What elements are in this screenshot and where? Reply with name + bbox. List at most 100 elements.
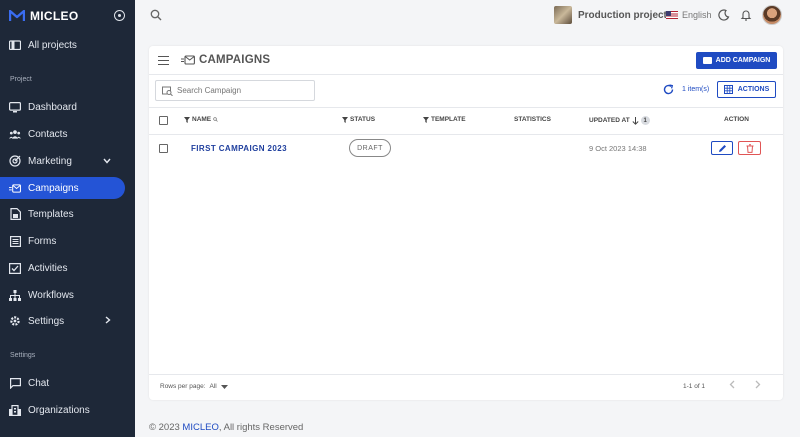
sidebar-item-settings[interactable]: Settings: [0, 310, 135, 332]
sidebar-item-label: Settings: [28, 315, 65, 327]
search-input[interactable]: [177, 86, 307, 95]
column-header-label: UPDATED AT: [589, 117, 630, 124]
caret-down-icon[interactable]: [220, 384, 228, 389]
bell-icon[interactable]: [740, 9, 752, 21]
gear-icon: [9, 315, 21, 327]
campaign-name-link[interactable]: FIRST CAMPAIGN 2023: [191, 144, 287, 153]
chat-icon: [9, 377, 21, 389]
previous-page-icon[interactable]: [729, 380, 735, 392]
select-all-checkbox[interactable]: [159, 116, 168, 125]
updated-at-cell: 9 Oct 2023 14:38: [589, 144, 647, 153]
rows-per-page-label: Rows per page:: [160, 383, 206, 390]
target-icon: [9, 155, 21, 167]
hamburger-menu-icon[interactable]: [158, 56, 169, 65]
rows-per-page-select[interactable]: All: [210, 383, 217, 390]
moon-icon[interactable]: [718, 9, 730, 21]
sidebar-item-marketing[interactable]: Marketing: [0, 150, 135, 172]
search-campaign-field[interactable]: [155, 80, 315, 101]
status-badge: DRAFT: [349, 139, 391, 157]
template-icon: [9, 208, 21, 220]
column-header-label: STATISTICS: [514, 116, 551, 123]
add-campaign-label: ADD CAMPAIGN: [715, 57, 771, 64]
add-mail-icon: [702, 57, 712, 64]
column-header-label: TEMPLATE: [431, 116, 466, 123]
actions-label: ACTIONS: [737, 86, 770, 93]
sidebar-item-forms[interactable]: Forms: [0, 230, 135, 252]
form-icon: [9, 235, 21, 247]
project-name: Production project: [578, 9, 667, 21]
toolbar-divider: [149, 107, 783, 108]
sidebar-item-label: Campaigns: [28, 182, 79, 194]
delete-button[interactable]: [738, 141, 761, 155]
actions-button[interactable]: ACTIONS: [717, 81, 776, 98]
brand[interactable]: MICLEO: [9, 9, 78, 23]
column-header-status[interactable]: STATUS: [342, 116, 375, 123]
sidebar-item-contacts[interactable]: Contacts: [0, 123, 135, 145]
sidebar-item-label: Contacts: [28, 128, 68, 140]
sidebar-item-campaigns[interactable]: Campaigns: [0, 177, 125, 199]
sidebar-item-dashboard[interactable]: Dashboard: [0, 96, 135, 118]
brand-name: MICLEO: [30, 9, 79, 23]
filter-icon: [342, 116, 348, 123]
sidebar-item-organizations[interactable]: Organizations: [0, 399, 135, 421]
sidebar-item-label: Dashboard: [28, 101, 77, 113]
pagination-range: 1-1 of 1: [683, 383, 706, 390]
grid-icon: [723, 85, 733, 94]
project-switcher[interactable]: Production project: [554, 6, 667, 24]
language-switcher[interactable]: English: [666, 10, 712, 20]
copyright-suffix: , All rights Reserved: [218, 422, 304, 433]
workflow-icon: [9, 289, 21, 301]
sidebar-pin-icon[interactable]: [114, 10, 125, 21]
next-page-icon[interactable]: [755, 380, 761, 392]
copyright-brand-link[interactable]: MICLEO: [182, 422, 218, 433]
column-header-updated-at[interactable]: UPDATED AT 1: [589, 116, 650, 125]
search-icon[interactable]: [150, 9, 162, 21]
footer-divider: [149, 374, 783, 375]
sidebar-item-label: Chat: [28, 377, 50, 389]
language-label: English: [682, 10, 712, 20]
sidebar-item-label: All projects: [28, 39, 77, 51]
filter-icon: [423, 116, 429, 123]
sidebar-item-all-projects[interactable]: All projects: [0, 34, 135, 56]
copyright-prefix: © 2023: [149, 422, 180, 433]
search-icon: [213, 117, 218, 122]
row-checkbox[interactable]: [159, 144, 168, 153]
project-thumbnail: [554, 6, 572, 24]
users-icon: [9, 128, 21, 140]
campaign-mail-icon: [181, 55, 195, 65]
edit-button[interactable]: [711, 141, 733, 155]
item-count: 1 item(s): [682, 86, 710, 93]
folder-icon: [9, 39, 21, 51]
pencil-icon: [718, 144, 726, 152]
column-header-statistics[interactable]: STATISTICS: [514, 116, 551, 123]
section-label-settings: Settings: [10, 352, 36, 359]
column-header-action: ACTION: [724, 116, 749, 123]
section-label-project: Project: [10, 76, 32, 83]
header-divider: [149, 74, 783, 75]
building-icon: [9, 404, 21, 416]
chevron-right-icon: [105, 316, 111, 326]
campaign-mail-icon: [9, 182, 21, 194]
sidebar-item-label: Organizations: [28, 404, 90, 416]
sidebar-item-activities[interactable]: Activities: [0, 257, 135, 279]
trash-icon: [746, 143, 753, 153]
avatar[interactable]: [762, 5, 782, 25]
header-row-divider: [149, 134, 783, 135]
add-campaign-button[interactable]: ADD CAMPAIGN: [696, 52, 777, 69]
arrow-down-icon: [632, 116, 639, 125]
column-header-template[interactable]: TEMPLATE: [423, 116, 466, 123]
column-header-label: NAME: [192, 116, 212, 123]
copyright: © 2023 MICLEO, All rights Reserved: [149, 422, 303, 433]
checklist-icon: [9, 262, 21, 274]
sidebar-item-chat[interactable]: Chat: [0, 372, 135, 394]
column-header-label: STATUS: [350, 116, 376, 123]
column-header-name[interactable]: NAME: [184, 116, 218, 123]
chevron-down-icon: [103, 156, 111, 166]
campaigns-card: CAMPAIGNS ADD CAMPAIGN 1 item(s) ACTIONS…: [149, 46, 783, 400]
refresh-icon[interactable]: [663, 84, 674, 95]
sidebar-item-label: Forms: [28, 235, 57, 247]
sidebar-item-templates[interactable]: Templates: [0, 203, 135, 225]
sidebar-item-label: Activities: [28, 262, 68, 274]
sidebar-item-workflows[interactable]: Workflows: [0, 284, 135, 306]
micleo-logo-icon: [9, 10, 25, 21]
